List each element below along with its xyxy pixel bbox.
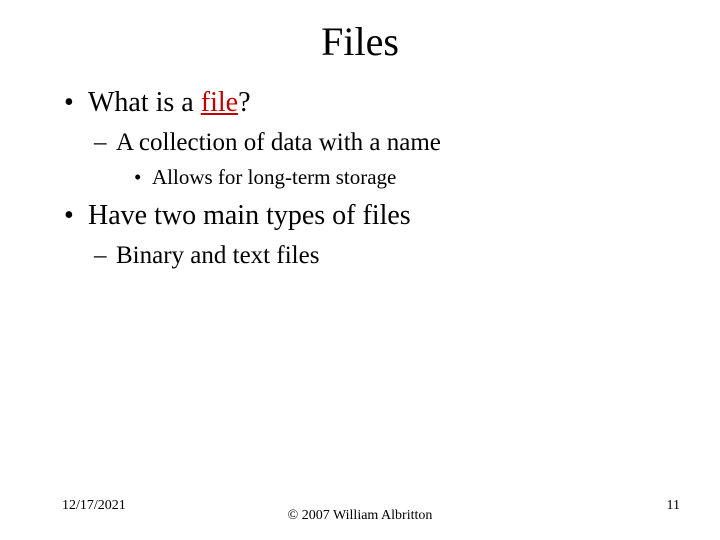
slide-title: Files <box>0 18 720 65</box>
bullet-text-suffix: ? <box>238 87 250 118</box>
bullet-what-is-file: What is a file? <box>60 87 660 119</box>
slide-content: What is a file? A collection of data wit… <box>0 87 720 270</box>
footer-copyright: © 2007 William Albritton <box>0 508 720 524</box>
subbullet-binary-text: Binary and text files <box>60 242 660 270</box>
bullet-two-types: Have two main types of files <box>60 200 660 232</box>
bullet-text-highlight: file <box>201 87 238 118</box>
footer-page-number: 11 <box>667 498 680 514</box>
slide: Files What is a file? A collection of da… <box>0 0 720 540</box>
bullet-text-prefix: What is a <box>88 87 201 118</box>
subsubbullet-storage: Allows for long-term storage <box>60 165 660 190</box>
subbullet-collection: A collection of data with a name <box>60 129 660 157</box>
